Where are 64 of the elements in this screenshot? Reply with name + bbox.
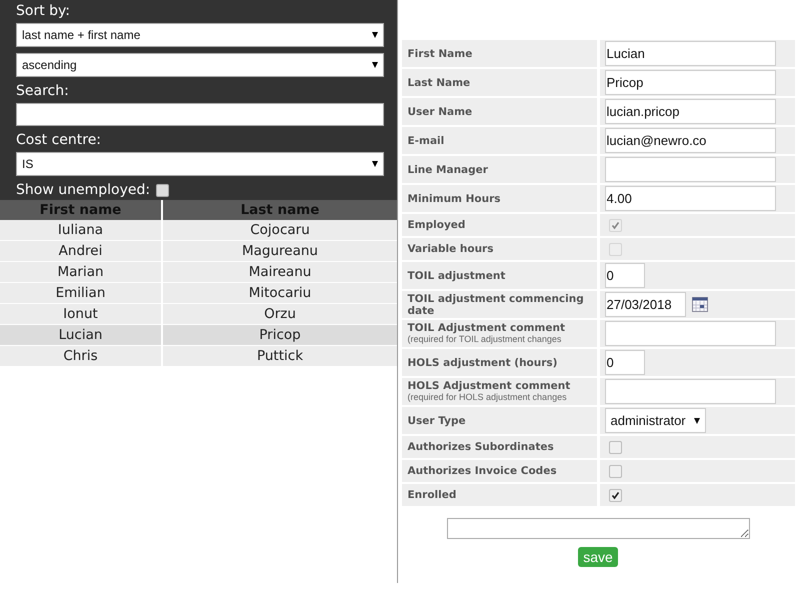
field-label: Employed xyxy=(408,219,466,231)
field-label: Line Manager xyxy=(408,164,489,176)
dropdown-arrow-icon xyxy=(372,161,378,168)
show-unemployed-label: Show unemployed: xyxy=(16,181,150,200)
text-field[interactable] xyxy=(604,157,776,182)
field-label: HOLS Adjustment comment xyxy=(408,380,572,392)
cost-centre-label: Cost centre: xyxy=(16,131,102,150)
field-label: Authorizes Invoice Codes xyxy=(408,465,558,477)
last-name-cell-text: Magureanu xyxy=(241,242,319,261)
field-label: TOIL adjustment xyxy=(408,270,506,282)
last-name-cell-text: Mitocariu xyxy=(248,284,312,303)
checkbox[interactable] xyxy=(608,464,622,478)
field-label: TOIL adjustment commencing date xyxy=(408,292,585,316)
employee-row[interactable]: Andrei Magureanu xyxy=(0,241,397,262)
dropdown-arrow-icon xyxy=(372,32,378,38)
employee-row[interactable]: Ionut Orzu xyxy=(0,304,397,325)
field-note: (required for HOLS adjustment changes xyxy=(408,392,568,403)
last-name-cell-text: Orzu xyxy=(263,305,297,324)
text-field[interactable]: Lucian xyxy=(604,41,776,66)
user-type-select[interactable]: administrator xyxy=(604,408,706,433)
dropdown-arrow-icon xyxy=(372,62,378,68)
search-field[interactable] xyxy=(16,102,384,126)
last-name-cell-text: Cojocaru xyxy=(249,221,311,240)
sort-order-select[interactable]: ascending xyxy=(16,52,384,76)
cost-centre-select[interactable]: IS xyxy=(16,152,384,176)
field-label: TOIL Adjustment comment xyxy=(408,322,566,334)
text-field[interactable] xyxy=(604,321,776,346)
field-label: Variable hours xyxy=(408,243,494,255)
field-label: Enrolled xyxy=(408,489,458,501)
calendar-icon[interactable] xyxy=(692,297,708,312)
text-field[interactable]: Pricop xyxy=(604,70,776,95)
number-field[interactable]: 0 xyxy=(604,350,644,375)
field-label: Minimum Hours xyxy=(408,192,502,204)
notes-field[interactable] xyxy=(446,518,750,539)
show-unemployed-checkbox[interactable] xyxy=(156,184,170,196)
date-field[interactable]: 27/03/2018 xyxy=(604,292,686,317)
checkbox[interactable] xyxy=(608,440,622,454)
first-name-cell: Chris xyxy=(0,346,163,366)
field-label: Authorizes Subordinates xyxy=(408,441,555,453)
employee-row[interactable]: Marian Maireanu xyxy=(0,262,397,283)
number-field[interactable]: 0 xyxy=(604,263,644,288)
employee-row[interactable]: Lucian Pricop xyxy=(0,325,397,346)
employee-row[interactable]: Iuliana Cojocaru xyxy=(0,220,397,241)
sort-label: Sort by: xyxy=(16,2,70,21)
field-label: Last Name xyxy=(408,76,472,88)
text-field[interactable] xyxy=(604,379,776,404)
field-note: (required for TOIL adjustment changes xyxy=(408,334,562,345)
text-field[interactable]: lucian.pricop xyxy=(604,99,776,124)
last-name-cell-text: Puttick xyxy=(256,347,304,366)
employee-row[interactable]: Emilian Mitocariu xyxy=(0,283,397,304)
text-field[interactable]: lucian@newro.co xyxy=(604,128,776,153)
field-label: E-mail xyxy=(408,134,446,146)
dropdown-arrow-icon xyxy=(694,418,700,424)
last-name-cell-text: Maireanu xyxy=(248,263,312,282)
field-label: User Name xyxy=(408,106,474,118)
last-name-cell-text: Pricop xyxy=(258,326,302,345)
text-field[interactable]: 4.00 xyxy=(604,186,776,211)
checkbox[interactable] xyxy=(608,488,622,502)
search-label: Search: xyxy=(16,82,69,100)
field-label: HOLS adjustment (hours) xyxy=(408,356,558,368)
field-label: First Name xyxy=(408,48,474,60)
field-label: User Type xyxy=(408,414,467,426)
sort-field-select[interactable]: last name + first name xyxy=(16,23,384,47)
employee-row[interactable]: Chris Puttick xyxy=(0,346,397,367)
